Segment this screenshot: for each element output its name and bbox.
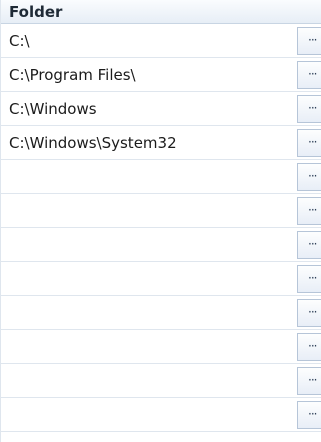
- table-row[interactable]: ···: [1, 160, 321, 194]
- browse-button[interactable]: ···: [297, 231, 321, 259]
- table-row[interactable]: ···: [1, 296, 321, 330]
- browse-button[interactable]: ···: [297, 265, 321, 293]
- table-row[interactable]: ···: [1, 364, 321, 398]
- table-row[interactable]: ···: [1, 228, 321, 262]
- table-row[interactable]: ···: [1, 262, 321, 296]
- browse-button[interactable]: ···: [297, 333, 321, 361]
- browse-button[interactable]: ···: [297, 299, 321, 327]
- table-row[interactable]: ···: [1, 194, 321, 228]
- table-row[interactable]: C:\Program Files\ ···: [1, 58, 321, 92]
- browse-button[interactable]: ···: [297, 197, 321, 225]
- folder-path-cell[interactable]: C:\: [9, 24, 30, 58]
- browse-button[interactable]: ···: [297, 367, 321, 395]
- folder-column-header[interactable]: Folder: [1, 0, 321, 24]
- table-row[interactable]: C:\ ···: [1, 24, 321, 58]
- folder-path-cell[interactable]: C:\Program Files\: [9, 58, 136, 92]
- table-row[interactable]: C:\Windows\System32 ···: [1, 126, 321, 160]
- browse-button[interactable]: ···: [297, 401, 321, 429]
- browse-button[interactable]: ···: [297, 27, 321, 55]
- browse-button[interactable]: ···: [297, 61, 321, 89]
- folder-grid: Folder C:\ ··· C:\Program Files\ ··· C:\…: [0, 0, 321, 442]
- browse-button[interactable]: ···: [297, 129, 321, 157]
- table-row[interactable]: ···: [1, 398, 321, 432]
- table-row[interactable]: C:\Windows ···: [1, 92, 321, 126]
- folder-path-cell[interactable]: C:\Windows: [9, 92, 97, 126]
- browse-button[interactable]: ···: [297, 163, 321, 191]
- folder-path-cell[interactable]: C:\Windows\System32: [9, 126, 177, 160]
- table-row[interactable]: ···: [1, 330, 321, 364]
- browse-button[interactable]: ···: [297, 95, 321, 123]
